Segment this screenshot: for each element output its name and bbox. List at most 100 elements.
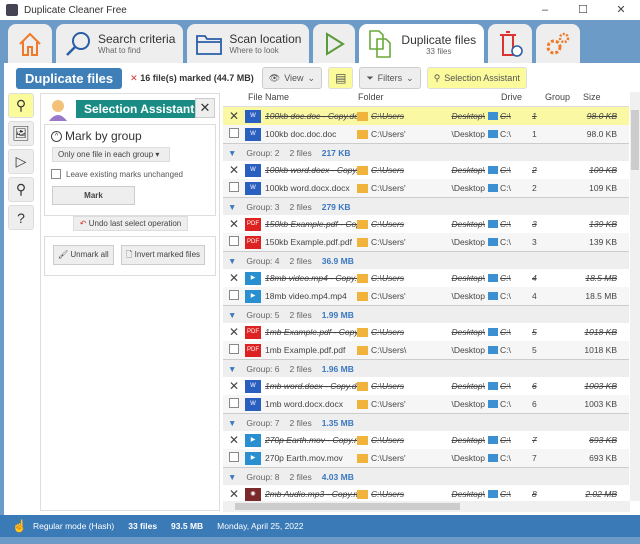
close-button[interactable]: ✕ xyxy=(602,0,640,20)
file-row[interactable]: ✕W 100kb word.docx - Copy.docx C:\Users Des… xyxy=(223,161,629,179)
marked-x-checkbox[interactable]: ✕ xyxy=(223,217,245,231)
search-tool[interactable]: ⚲ xyxy=(8,177,34,202)
col-group[interactable]: Group xyxy=(545,92,583,106)
tab-settings[interactable] xyxy=(536,24,581,63)
expand-triangle-icon[interactable]: ▼ xyxy=(228,364,236,374)
marked-x-checkbox[interactable]: ✕ xyxy=(223,163,245,177)
file-size: 693 KB xyxy=(589,453,617,463)
col-drive[interactable]: Drive xyxy=(501,92,545,106)
unmark-all-button[interactable]: 🖌 Unmark all xyxy=(53,245,114,265)
expand-triangle-icon[interactable]: ▼ xyxy=(228,148,236,158)
view-button[interactable]: 👁 View ⌄ xyxy=(261,67,323,89)
marked-x-checkbox[interactable]: ✕ xyxy=(223,487,245,501)
doc-file-icon: W xyxy=(245,127,261,141)
image-preview-tool[interactable]: 🖼 xyxy=(8,121,34,146)
group-header[interactable]: ▼ Group: 6 2 files 1.96 MB xyxy=(223,359,629,377)
marked-x-checkbox[interactable]: ✕ xyxy=(223,271,245,285)
file-row[interactable]: ✕▶ 18mb video.mp4 - Copy.mp4 C:\Users Deskt… xyxy=(223,269,629,287)
vertical-scrollbar[interactable] xyxy=(630,92,640,501)
horizontal-scrollbar[interactable] xyxy=(223,501,630,512)
group-header[interactable]: ▼ Group: 8 2 files 4.03 MB xyxy=(223,467,629,485)
mark-option-select[interactable]: Only one file in each group ▾ xyxy=(52,147,170,162)
group-header[interactable]: ▼ Group: 7 2 files 1.35 MB xyxy=(223,413,629,431)
computer-icon xyxy=(488,490,498,498)
group-header[interactable]: ▼ Group: 2 2 files 217 KB xyxy=(223,143,629,161)
col-file-name[interactable]: File Name xyxy=(248,92,358,106)
computer-icon xyxy=(488,328,498,336)
file-row[interactable]: W 1mb word.docx.docx C:\Users' \Desktop C:\ 6… xyxy=(223,395,629,413)
selection-assistant-tool[interactable]: ⚲ xyxy=(8,93,34,118)
filters-button[interactable]: ⏷ Filters ⌄ xyxy=(359,67,421,89)
row-checkbox[interactable] xyxy=(223,127,245,141)
marked-x-checkbox[interactable]: ✕ xyxy=(223,379,245,393)
expand-triangle-icon[interactable]: ▼ xyxy=(228,418,236,428)
marked-x-checkbox[interactable]: ✕ xyxy=(223,433,245,447)
tab-scan-location[interactable]: Scan location Where to look xyxy=(187,24,310,63)
search-icon: ⚲ xyxy=(15,181,27,197)
collapse-icon[interactable]: ^ xyxy=(51,130,62,142)
scroll-thumb[interactable] xyxy=(235,503,460,510)
group-header[interactable]: ▼ Group: 5 2 files 1.99 MB xyxy=(223,305,629,323)
marked-x-icon: ✕ xyxy=(130,72,138,83)
tab-duplicate-files[interactable]: Duplicate files 33 files xyxy=(359,24,485,64)
file-row[interactable]: W 100kb doc.doc.doc C:\Users' \Desktop C:\ 1 9… xyxy=(223,125,629,143)
play-icon xyxy=(326,31,346,56)
group-header[interactable]: ▼ Group: 3 2 files 279 KB xyxy=(223,197,629,215)
file-row[interactable]: ✕ W 100kb doc.doc - Copy.doc C:\Users Deskto… xyxy=(223,107,629,125)
file-row[interactable]: ✕W 1mb word.docx - Copy.docx C:\Users Deskt… xyxy=(223,377,629,395)
leave-marks-checkbox[interactable] xyxy=(51,169,61,179)
file-row[interactable]: PDF 150kb Example.pdf.pdf C:\Users' \Deskto… xyxy=(223,233,629,251)
file-name: 1mb word.docx - Copy.docx xyxy=(265,381,357,391)
file-row[interactable]: PDF 1mb Example.pdf.pdf C:\Users\ \Desktop C… xyxy=(223,341,629,359)
marked-x-checkbox[interactable]: ✕ xyxy=(223,109,245,123)
marked-x-checkbox[interactable]: ✕ xyxy=(223,325,245,339)
results-grid: File Name Folder Drive Group Size ✕ W 100k… xyxy=(223,92,629,501)
video-file-icon: ▶ xyxy=(245,451,261,465)
folder-path-end: \Desktop xyxy=(451,183,485,193)
help-tool[interactable]: ? xyxy=(8,205,34,230)
col-folder[interactable]: Folder xyxy=(358,92,501,106)
row-checkbox[interactable] xyxy=(223,451,245,465)
gears-icon xyxy=(546,32,570,54)
mark-button[interactable]: Mark xyxy=(52,186,135,205)
file-row[interactable]: ✕PDF 1mb Example.pdf - Copy.pdf C:\Users De… xyxy=(223,323,629,341)
group-header[interactable]: ▼ Group: 4 2 files 36.9 MB xyxy=(223,251,629,269)
row-checkbox[interactable] xyxy=(223,181,245,195)
tab-delete[interactable] xyxy=(488,24,533,63)
col-size[interactable]: Size xyxy=(583,92,623,106)
tab-home[interactable] xyxy=(8,24,52,63)
group-size: 1.35 MB xyxy=(321,417,354,428)
file-row[interactable]: ✕PDF 150kb Example.pdf - Copy.pdf C:\Users… xyxy=(223,215,629,233)
marked-count: 16 file(s) marked (44.7 MB) xyxy=(140,72,254,83)
drive-letter: C:\ xyxy=(500,399,511,409)
scroll-thumb[interactable] xyxy=(631,110,639,170)
drive-cell: C:\ xyxy=(485,237,527,247)
list-view-button[interactable]: ▤ xyxy=(328,67,354,89)
row-checkbox[interactable] xyxy=(223,289,245,303)
computer-icon xyxy=(488,382,498,390)
folder-path: C:\Users xyxy=(371,327,405,337)
tab-run[interactable] xyxy=(313,24,356,63)
media-preview-tool[interactable]: ▷ xyxy=(8,149,34,174)
expand-triangle-icon[interactable]: ▼ xyxy=(228,202,236,212)
maximize-button[interactable]: ☐ xyxy=(564,0,602,20)
file-row[interactable]: ▶ 18mb video.mp4.mp4 C:\Users' \Desktop C:\ 4… xyxy=(223,287,629,305)
file-row[interactable]: ✕▶ 270p Earth.mov - Copy.mov C:\Users Deskt… xyxy=(223,431,629,449)
file-row[interactable]: W 100kb word.docx.docx C:\Users' \Desktop C:… xyxy=(223,179,629,197)
file-row[interactable]: ✕◉ 2mb Audio.mp3 - Copy.mp3 C:\Users Deskto… xyxy=(223,485,629,501)
selection-assistant-button[interactable]: ⚲ Selection Assistant xyxy=(426,67,527,89)
status-date: Monday, April 25, 2022 xyxy=(217,521,304,531)
row-checkbox[interactable] xyxy=(223,235,245,249)
panel-close-button[interactable]: ✕ xyxy=(195,98,215,118)
minimize-button[interactable]: – xyxy=(526,0,564,20)
expand-triangle-icon[interactable]: ▼ xyxy=(228,310,236,320)
invert-marked-button[interactable]: 🗋 Invert marked files xyxy=(121,245,206,265)
file-size: 693 KB xyxy=(589,435,617,445)
file-row[interactable]: ▶ 270p Earth.mov.mov C:\Users' \Desktop C:\ 7… xyxy=(223,449,629,467)
undo-button[interactable]: ↶ Undo last select operation xyxy=(73,216,188,231)
expand-triangle-icon[interactable]: ▼ xyxy=(228,256,236,266)
row-checkbox[interactable] xyxy=(223,397,245,411)
expand-triangle-icon[interactable]: ▼ xyxy=(228,472,236,482)
row-checkbox[interactable] xyxy=(223,343,245,357)
tab-search-criteria[interactable]: Search criteria What to find xyxy=(56,24,184,63)
